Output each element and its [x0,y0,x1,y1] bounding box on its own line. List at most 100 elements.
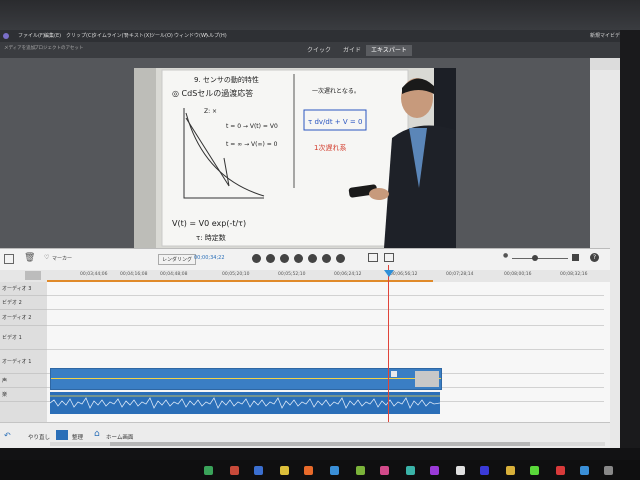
tab-quick[interactable]: クイック [302,45,336,56]
add-media-button[interactable]: メディアを追加 [4,44,35,54]
taskbar-app-icon[interactable] [430,466,439,475]
app-window: ファイル(F) 編集(E) クリップ(C) タイムライン(T) テキスト(X) … [0,30,620,448]
ruler-tick: 00;03;44;06 [80,272,108,277]
home-screen-button[interactable]: ホーム画面 [106,433,133,441]
ruler-tick: 00;06;24;12 [334,272,362,277]
timeline-toolbar: 🗑 ♡ マーカー レンダリング 00;00;34;22 ● ? [0,248,610,271]
board-line-10: 一次遅れとなる。 [312,87,360,95]
redo-button[interactable]: やり直し [28,433,50,441]
taskbar-app-icon[interactable] [556,466,565,475]
taskbar-app-icon[interactable] [456,466,465,475]
taskbar-app-icon[interactable] [406,466,415,475]
board-line-7: τ: 時定数 [196,233,226,242]
rewind-icon[interactable] [280,254,289,263]
board-line-6: V(t) = V0 exp(-t/τ) [172,219,246,228]
zoom-out-icon[interactable]: ● [503,252,508,259]
opacity-line [51,378,441,379]
fast-forward-icon[interactable] [308,254,317,263]
project-name: 新規マイビデ [590,33,620,39]
step-back-icon[interactable] [266,254,275,263]
menu-text[interactable]: テキスト(X) [124,30,151,42]
timecode-display: 00;00;34;22 [194,255,225,261]
menu-tools[interactable]: ツール(O) [150,30,173,42]
organizer-icon[interactable] [56,430,68,440]
fit-timeline-icon[interactable] [572,254,579,261]
timeline-scroll-thumb[interactable] [110,442,530,446]
taskbar-app-icon[interactable] [304,466,313,475]
render-button[interactable]: レンダリング [158,254,197,265]
tab-guided[interactable]: ガイド [338,45,366,56]
go-to-end-icon[interactable] [336,254,345,263]
marker-button[interactable]: マーカー [52,255,72,262]
narration-icon[interactable] [368,253,378,262]
zoom-slider[interactable] [512,258,568,259]
taskbar-app-icon[interactable] [380,466,389,475]
step-forward-icon[interactable] [322,254,331,263]
audio-waveform [49,395,441,409]
timeline-scrollbar[interactable] [50,442,605,446]
timeline-tracks: オーディオ 3 ビデオ 2 オーディオ 2 ビデオ 1 オーディオ 1 声 楽 [0,282,610,422]
track-label-video-2[interactable]: ビデオ 2 [0,296,47,310]
track-settings-icon[interactable] [4,254,14,264]
board-line-9: 1次遅れ系 [314,143,346,152]
audio-mixer-icon[interactable] [384,253,394,262]
ruler-tick: 00;04;48;08 [160,272,188,277]
taskbar-app-icon[interactable] [530,466,539,475]
track-label-music[interactable]: 楽 [0,388,47,402]
taskbar-app-icon[interactable] [230,466,239,475]
track-labels: オーディオ 3 ビデオ 2 オーディオ 2 ビデオ 1 オーディオ 1 声 楽 [0,282,47,422]
trash-icon[interactable]: 🗑 [24,253,35,263]
menu-window[interactable]: ウィンドウ(W) [174,30,208,42]
board-line-2: ◎ CdSセルの過渡応答 [172,88,253,98]
audio-clip[interactable] [49,392,441,414]
track-label-voice[interactable]: 声 [0,374,47,388]
os-taskbar [0,460,640,480]
board-line-8: τ dv/dt + V = 0 [308,118,362,126]
home-icon[interactable]: ⌂ [94,429,100,439]
video-frame: 9. センサの動的特性 ◎ CdSセルの過渡応答 Z: × t = 0 → V(… [134,68,456,248]
track-label-video-1[interactable]: ビデオ 1 [0,326,47,350]
taskbar-app-icon[interactable] [280,466,289,475]
taskbar-app-icon[interactable] [204,466,213,475]
menu-help[interactable]: ヘルプ(H) [204,30,227,42]
help-icon[interactable]: ? [590,253,599,262]
play-icon[interactable] [294,254,303,263]
ruler-tick: 00;07;28;14 [446,272,474,277]
menu-bar: ファイル(F) 編集(E) クリップ(C) タイムライン(T) テキスト(X) … [0,30,620,42]
project-assets-button[interactable]: プロジェクトのアセット [34,44,83,54]
taskbar-app-icon[interactable] [604,466,613,475]
marker-icon[interactable]: ♡ [44,254,49,261]
tab-expert[interactable]: エキスパート [366,45,412,56]
playhead-line[interactable] [388,265,389,448]
taskbar-app-icon[interactable] [254,466,263,475]
organizer-button[interactable]: 整理 [72,433,83,441]
track-divider [47,349,604,350]
taskbar-app-icon[interactable] [506,466,515,475]
playhead-handle[interactable] [384,270,394,277]
right-panel-header [590,58,620,70]
taskbar-app-icon[interactable] [480,466,489,475]
taskbar-app-icon[interactable] [330,466,339,475]
mode-bar: メディアを追加 プロジェクトのアセット クイック ガイド エキスパート [0,42,620,58]
menu-file[interactable]: ファイル(F) [18,30,45,42]
video-scene: 9. センサの動的特性 ◎ CdSセルの過渡応答 Z: × t = 0 → V(… [134,68,456,248]
track-label-audio-3[interactable]: オーディオ 3 [0,282,47,296]
go-to-start-icon[interactable] [252,254,261,263]
track-divider [47,295,604,296]
track-label-audio-2[interactable]: オーディオ 2 [0,310,47,326]
track-label-audio-1[interactable]: オーディオ 1 [0,350,47,374]
ruler-tick: 00;04;16;08 [120,272,148,277]
menu-edit[interactable]: 編集(E) [44,30,61,42]
ruler-tick: 00;05;52;10 [278,272,306,277]
video-clip[interactable] [50,368,442,390]
ruler-left-handle[interactable] [25,271,41,280]
fx-badge-icon [391,371,397,377]
taskbar-app-icon[interactable] [356,466,365,475]
zoom-slider-handle[interactable] [532,255,538,261]
ruler-tick: 00;05;20;10 [222,272,250,277]
menu-clip[interactable]: クリップ(C) [66,30,93,42]
track-divider [47,309,604,310]
undo-icon[interactable]: ↶ [4,431,11,440]
taskbar-app-icon[interactable] [580,466,589,475]
app-logo-icon [3,33,9,39]
